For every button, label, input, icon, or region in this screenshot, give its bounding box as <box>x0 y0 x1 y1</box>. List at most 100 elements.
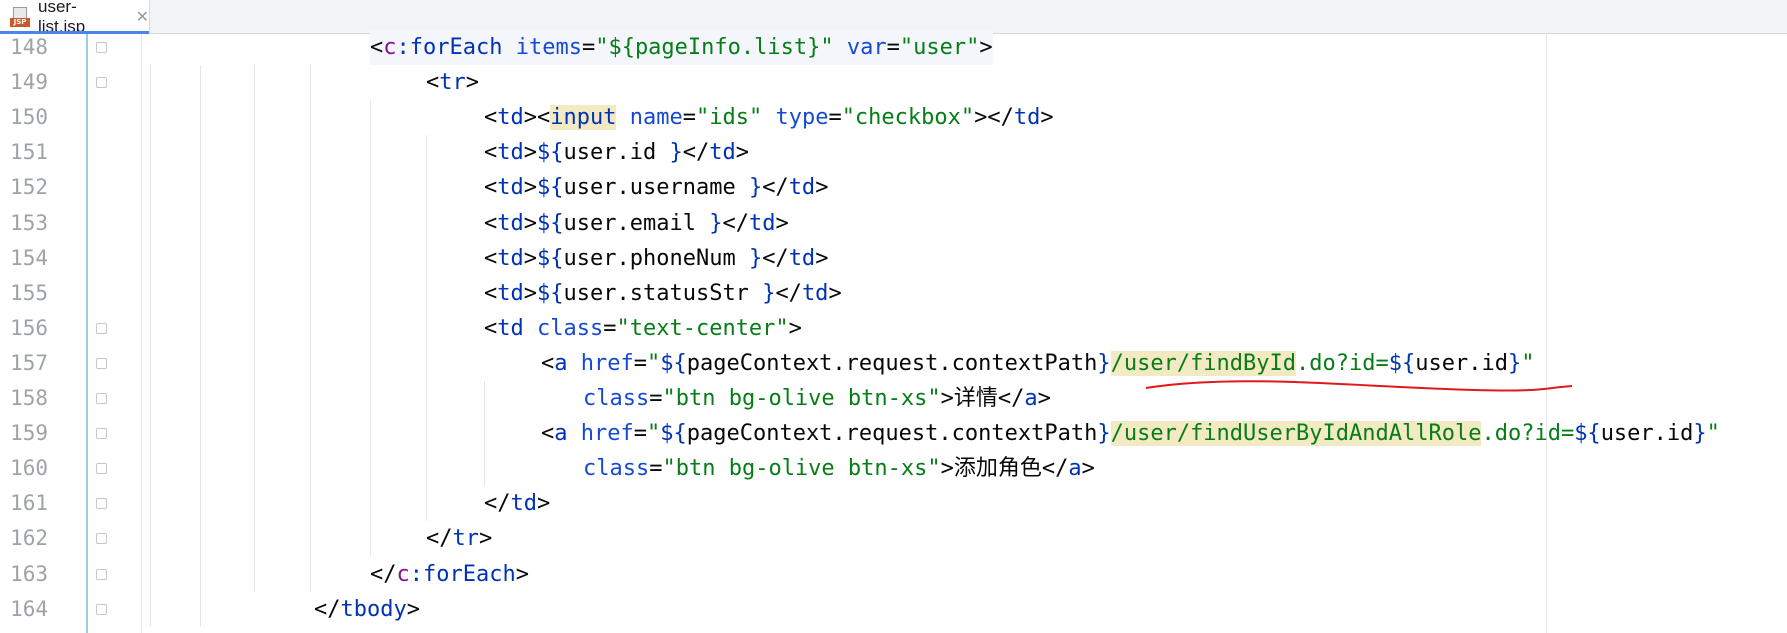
code-token: } <box>748 245 763 271</box>
fold-marker-icon[interactable] <box>96 603 107 615</box>
code-token: < <box>484 105 498 131</box>
code-token: ${ <box>1388 350 1416 376</box>
indent-guide <box>426 135 427 522</box>
code-token: " <box>1521 350 1535 376</box>
code-token: > <box>465 70 479 96</box>
code-token: " <box>646 421 661 447</box>
line-number: 150 <box>10 105 48 130</box>
indent-guide <box>370 100 371 557</box>
code-token: td <box>788 245 816 271</box>
code-line: <td class="text-center"> <box>484 311 802 346</box>
code-token: type <box>775 105 829 131</box>
code-editor[interactable]: 148 <c:forEach items="${pageInfo.list}" v… <box>0 30 1787 633</box>
code-token: td <box>801 280 829 306</box>
fold-marker-icon[interactable] <box>96 393 107 404</box>
code-token: < <box>484 175 498 201</box>
line-number: 152 <box>10 175 48 200</box>
code-line: class="btn bg-olive btn-xs">添加角色</a> <box>583 451 1095 486</box>
line-number: 155 <box>10 280 48 305</box>
code-token: < <box>484 140 498 166</box>
code-token: ${ <box>537 210 564 236</box>
line-number: 159 <box>10 421 48 446</box>
code-token: href <box>580 421 634 447</box>
code-token: td <box>497 315 524 341</box>
fold-marker-icon[interactable] <box>96 77 107 89</box>
line-number: 153 <box>10 210 48 235</box>
code-token: > <box>523 175 537 201</box>
code-token: tr <box>452 526 480 552</box>
code-token: tbody <box>340 596 407 622</box>
fold-marker-icon[interactable] <box>96 322 107 334</box>
code-token: a <box>554 421 568 447</box>
line-number: 149 <box>10 70 48 95</box>
tab-user-list-jsp[interactable]: JSP user-list.jsp ✕ <box>0 0 150 36</box>
code-token: < <box>484 315 498 341</box>
fold-marker-icon[interactable] <box>96 568 107 580</box>
code-token: } <box>1097 421 1111 447</box>
code-token: td <box>788 175 816 201</box>
code-token: user.id <box>1600 421 1694 447</box>
code-token: > <box>523 210 537 236</box>
fold-marker-icon[interactable] <box>96 42 107 53</box>
code-line: <td>${user.username }</td> <box>484 170 828 205</box>
code-token: pageContext.request.contextPath <box>686 421 1098 447</box>
code-token: > <box>523 245 537 271</box>
code-token: "${pageInfo.list}" <box>595 35 834 60</box>
code-token: < <box>484 210 498 236</box>
code-line: <td>${user.id }</td> <box>484 135 749 170</box>
line-number: 156 <box>10 315 48 340</box>
fold-marker-icon[interactable] <box>96 463 107 475</box>
line-number: 157 <box>10 350 48 375</box>
code-token: ${ <box>537 280 564 306</box>
close-tab-icon[interactable]: ✕ <box>136 7 149 27</box>
code-token: } <box>1097 350 1111 376</box>
gutter-divider <box>86 34 88 633</box>
line-number: 160 <box>10 456 48 481</box>
fold-marker-icon[interactable] <box>96 533 107 545</box>
code-token: c <box>396 561 410 587</box>
code-token: = <box>886 35 900 60</box>
code-token: .do?id= <box>1296 350 1389 376</box>
code-token: </ <box>775 280 802 306</box>
code-token: :forEach <box>409 561 516 587</box>
code-token: > <box>523 280 537 306</box>
code-token: " <box>1706 421 1720 447</box>
fold-marker-icon[interactable] <box>96 498 107 510</box>
code-token: user.email <box>563 210 710 236</box>
code-token: td <box>497 210 524 236</box>
fold-marker-icon[interactable] <box>96 428 107 440</box>
code-token: > <box>815 175 829 201</box>
code-token: > <box>515 561 529 587</box>
code-token: > <box>979 35 993 60</box>
code-token: > <box>406 596 420 622</box>
code-token: user.phoneNum <box>563 245 749 271</box>
code-token: > <box>1081 456 1095 482</box>
code-token: user.id <box>1415 350 1508 376</box>
red-underline-annotation <box>1145 380 1573 392</box>
code-line: <tr> <box>426 65 479 100</box>
code-line: <td>${user.statusStr }</td> <box>484 276 842 311</box>
code-line: <td><input name="ids" type="checkbox"></… <box>484 100 1054 135</box>
fold-marker-icon[interactable] <box>96 357 107 369</box>
code-token: = <box>633 421 647 447</box>
code-token: td <box>510 491 538 517</box>
code-token: td <box>497 280 524 306</box>
code-token: >< <box>523 105 551 131</box>
code-token: = <box>603 315 617 341</box>
line-number: 151 <box>10 140 48 165</box>
line-number: 158 <box>10 386 48 410</box>
code-token: c <box>383 35 397 60</box>
code-token: < <box>426 70 440 96</box>
code-token: } <box>1507 350 1522 376</box>
code-token: "user" <box>899 35 980 60</box>
indent-guide <box>150 65 151 627</box>
code-token: > <box>775 210 789 236</box>
code-token: = <box>649 456 663 482</box>
code-token: > <box>788 315 802 341</box>
code-token: "btn bg-olive btn-xs" <box>662 386 941 411</box>
code-token: > <box>815 245 829 271</box>
code-token: > <box>479 526 493 552</box>
